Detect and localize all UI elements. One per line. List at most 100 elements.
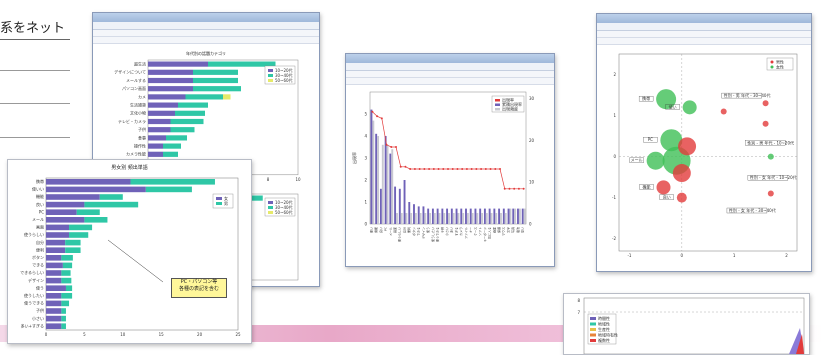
bar <box>455 208 458 224</box>
bar <box>375 133 378 224</box>
window-toolbar <box>597 23 811 31</box>
bar <box>178 102 208 108</box>
bar <box>46 209 77 215</box>
y-tick-label: 7 <box>577 310 580 315</box>
x-tick-label: マウス <box>501 227 506 236</box>
x-tick-label: 10 <box>120 332 126 337</box>
x-tick-label: ファイル <box>463 227 468 239</box>
bar <box>370 109 373 224</box>
bar <box>517 208 519 224</box>
callout-label: 性別 - 女 年代 - 30~40代 <box>729 207 776 213</box>
tab-row[interactable] <box>346 71 554 78</box>
y-tick-label: 3 <box>364 156 367 161</box>
bar <box>483 208 486 224</box>
tab-row[interactable] <box>597 31 811 38</box>
category-label: できるらしい <box>20 269 44 275</box>
y-tick-label: -1 <box>612 195 616 200</box>
y-tick-label: 0 <box>364 222 367 227</box>
bar <box>414 213 417 224</box>
category-label: 便利 <box>36 246 44 252</box>
bar <box>193 77 238 84</box>
chart-title: 年代別の話題カテゴリ <box>186 50 226 56</box>
y-tick-label: 1 <box>613 113 616 118</box>
bar <box>170 118 204 125</box>
y2-tick-label: 30 <box>529 96 535 101</box>
bar <box>450 208 453 224</box>
line-point <box>395 146 397 148</box>
bar <box>474 208 477 224</box>
legend-swatch <box>590 322 596 326</box>
legend-swatch <box>590 328 596 331</box>
bar <box>479 208 482 224</box>
legend-label: 複数性 <box>598 337 610 343</box>
icon-row[interactable] <box>93 37 319 44</box>
legend-swatch <box>770 60 774 64</box>
line-point <box>508 187 511 190</box>
window-titlebar[interactable] <box>346 54 554 63</box>
bar <box>457 213 460 224</box>
bar <box>507 208 510 224</box>
tab-row[interactable] <box>93 30 319 37</box>
x-tick-label: 25 <box>235 332 241 337</box>
bar <box>410 213 413 224</box>
legend-label: 出現頻度 <box>502 106 518 112</box>
bar <box>65 247 81 253</box>
point-label: メール <box>631 158 643 163</box>
line-point <box>465 168 468 170</box>
bar <box>379 188 382 224</box>
legend-swatch <box>268 211 273 214</box>
category-label: メール <box>32 217 44 222</box>
small-chart: 8 7 時間性地域性生産性地域特有性複数性 <box>577 297 805 354</box>
data-point <box>767 190 774 197</box>
callout-label: 性別 - 男 年代 - 10~20代 <box>747 139 794 145</box>
category-label: 自分 <box>36 239 44 245</box>
header-text: 系をネット <box>0 21 66 36</box>
window-titlebar[interactable] <box>93 13 319 22</box>
category-label: 使うらしい <box>24 231 44 237</box>
legend-swatch <box>495 108 500 111</box>
bar <box>400 213 403 224</box>
category-label: 携帯 <box>36 178 44 184</box>
bar <box>61 277 72 284</box>
x-tick-label: メール <box>388 227 392 236</box>
x-tick-label: 子供 <box>439 227 444 233</box>
bar <box>433 213 436 224</box>
category-label: 使うできる <box>24 300 44 306</box>
window-titlebar[interactable] <box>597 14 811 23</box>
x-tick-label: 多い <box>449 227 454 233</box>
line-point <box>499 168 501 170</box>
plot-area <box>45 177 239 331</box>
bar <box>460 208 463 224</box>
line-point <box>480 168 483 170</box>
annotation-box: PC・パソコン等 各種の表記を含む <box>171 278 227 298</box>
bar <box>498 208 501 224</box>
annotation-line-1: PC・パソコン等 <box>180 279 218 285</box>
category-label: カメ <box>138 94 146 99</box>
x-tick-label: 20 <box>197 332 203 337</box>
point-label: PC <box>648 137 653 142</box>
category-label: 良い <box>36 201 44 207</box>
bar <box>405 213 408 224</box>
bar <box>424 213 427 224</box>
icon-row[interactable] <box>597 38 811 45</box>
bar <box>148 151 163 157</box>
line-point <box>517 187 520 190</box>
x-tick-label: 良い <box>378 227 383 233</box>
legend-swatch <box>216 202 222 205</box>
bar <box>389 153 392 224</box>
gender-chart: 携帯使いい機能良い PC メール画面使うらしい自分便利ボタンできるできるらしいデザイ… <box>20 177 241 337</box>
legend-swatch <box>590 333 596 337</box>
scatter-chart: 携帯使いPCメール機能良い性別 - 男 年代 - 30~40代性別 - 男 年代… <box>612 53 798 258</box>
line-point <box>437 168 440 170</box>
icon-row[interactable] <box>346 78 554 85</box>
x-tick-label: 画面 <box>491 227 496 233</box>
x-tick-label: 使うらしい <box>397 227 402 242</box>
x-tick-label: PC <box>384 227 388 231</box>
x-tick-label: キー <box>469 227 473 233</box>
plot-area <box>618 53 798 252</box>
bar <box>436 208 439 224</box>
window-toolbar <box>346 63 554 71</box>
bar <box>61 323 66 329</box>
line-point <box>376 115 379 118</box>
header-underline <box>0 39 70 40</box>
